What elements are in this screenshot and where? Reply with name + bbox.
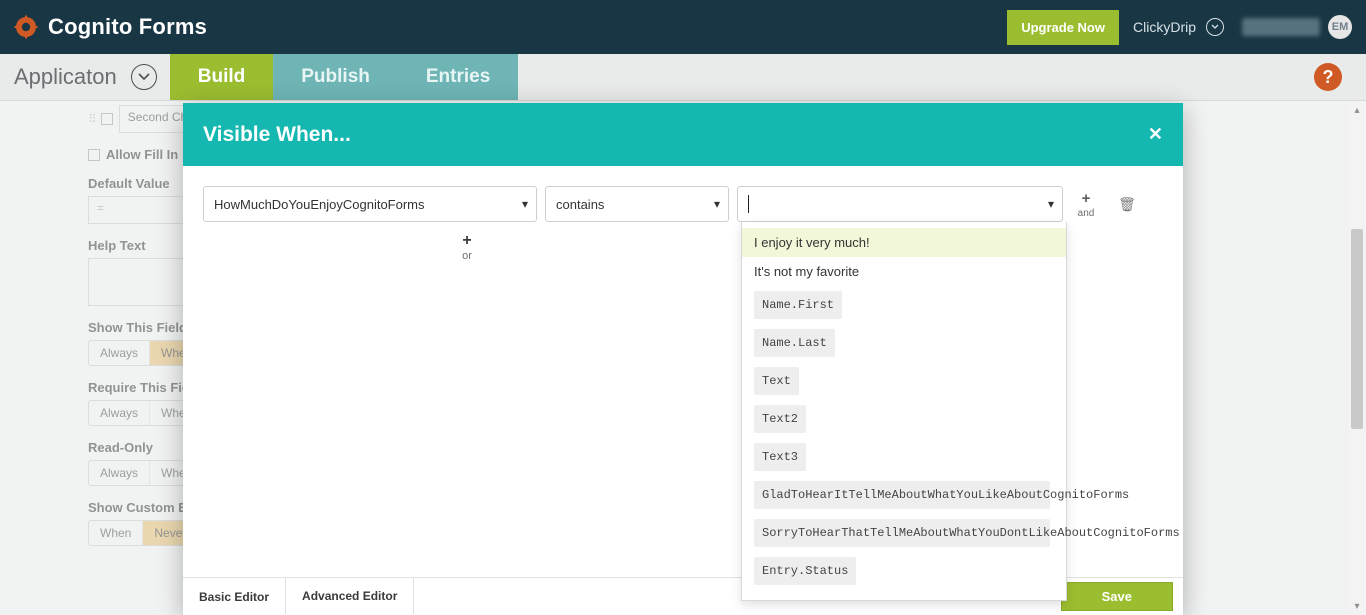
delete-condition-button[interactable]: 🗑 — [1109, 186, 1145, 222]
upgrade-now-button[interactable]: Upgrade Now — [1007, 10, 1119, 45]
basic-editor-tab[interactable]: Basic Editor — [183, 578, 285, 615]
add-or-group[interactable]: + or — [203, 232, 731, 262]
visible-when-modal: Visible When... ✕ HowMuchDoYouEnjoyCogni… — [183, 103, 1183, 615]
chevron-down-icon: ▾ — [714, 197, 720, 211]
chevron-down-icon: ▾ — [522, 197, 528, 211]
or-label: or — [462, 250, 472, 262]
modal-header: Visible When... ✕ — [183, 103, 1183, 166]
field-reference-chip[interactable]: SorryToHearThatTellMeAboutWhatYouDontLik… — [754, 519, 1050, 547]
app-topbar: Cognito Forms Upgrade Now ClickyDrip EM — [0, 0, 1366, 54]
operator-select[interactable]: contains ▾ — [545, 186, 729, 222]
and-label: and — [1078, 208, 1095, 219]
field-reference-chip[interactable]: Text2 — [754, 405, 806, 433]
trash-icon: 🗑 — [1118, 196, 1136, 213]
field-select-value: HowMuchDoYouEnjoyCognitoForms — [214, 197, 425, 212]
dropdown-option[interactable]: It's not my favorite — [742, 257, 1066, 286]
help-icon[interactable]: ? — [1314, 63, 1342, 91]
save-button[interactable]: Save — [1061, 582, 1173, 611]
form-title-chevron-icon[interactable] — [131, 64, 157, 90]
chevron-down-icon — [1206, 18, 1224, 36]
brand-logo[interactable]: Cognito Forms — [14, 14, 207, 40]
avatar: EM — [1328, 15, 1352, 39]
modal-title: Visible When... — [203, 123, 351, 147]
brand-name: Cognito Forms — [48, 14, 207, 40]
user-menu[interactable]: EM — [1242, 15, 1352, 39]
form-toolbar: Applicaton Build Publish Entries ? — [0, 54, 1366, 101]
plus-icon: + — [1082, 190, 1091, 207]
org-switcher[interactable]: ClickyDrip — [1133, 18, 1224, 36]
brand-gear-icon — [14, 15, 38, 39]
field-reference-chip[interactable]: GladToHearItTellMeAboutWhatYouLikeAboutC… — [754, 481, 1050, 509]
advanced-editor-tab[interactable]: Advanced Editor — [285, 577, 414, 614]
field-reference-chip[interactable]: Entry.Status — [754, 557, 856, 585]
field-reference-chip[interactable]: Text — [754, 367, 799, 395]
user-name-redacted — [1242, 18, 1320, 36]
field-reference-chip[interactable]: Name.Last — [754, 329, 835, 357]
tab-entries[interactable]: Entries — [398, 54, 518, 100]
tab-publish[interactable]: Publish — [273, 54, 398, 100]
scroll-down-arrow-icon[interactable]: ▾ — [1348, 597, 1366, 615]
add-and-condition[interactable]: + and — [1071, 186, 1101, 222]
field-reference-chip[interactable]: Name.First — [754, 291, 842, 319]
plus-icon: + — [203, 232, 731, 250]
form-title[interactable]: Applicaton — [14, 54, 117, 100]
chevron-down-icon: ▾ — [1048, 197, 1054, 211]
condition-row: HowMuchDoYouEnjoyCognitoForms ▾ contains… — [203, 186, 1163, 222]
scrollbar-thumb[interactable] — [1351, 229, 1363, 429]
org-name: ClickyDrip — [1133, 19, 1196, 35]
field-select[interactable]: HowMuchDoYouEnjoyCognitoForms ▾ — [203, 186, 537, 222]
value-select[interactable]: ▾ — [737, 186, 1063, 222]
scroll-up-arrow-icon[interactable]: ▴ — [1348, 101, 1366, 119]
page-scrollbar[interactable]: ▴ ▾ — [1348, 101, 1366, 615]
value-dropdown: I enjoy it very much! It's not my favori… — [741, 222, 1067, 601]
close-icon[interactable]: ✕ — [1148, 124, 1163, 145]
field-reference-chip[interactable]: Text3 — [754, 443, 806, 471]
dropdown-option[interactable]: I enjoy it very much! — [742, 228, 1066, 257]
tab-build[interactable]: Build — [170, 54, 274, 100]
operator-select-value: contains — [556, 197, 604, 212]
text-cursor — [748, 195, 749, 213]
